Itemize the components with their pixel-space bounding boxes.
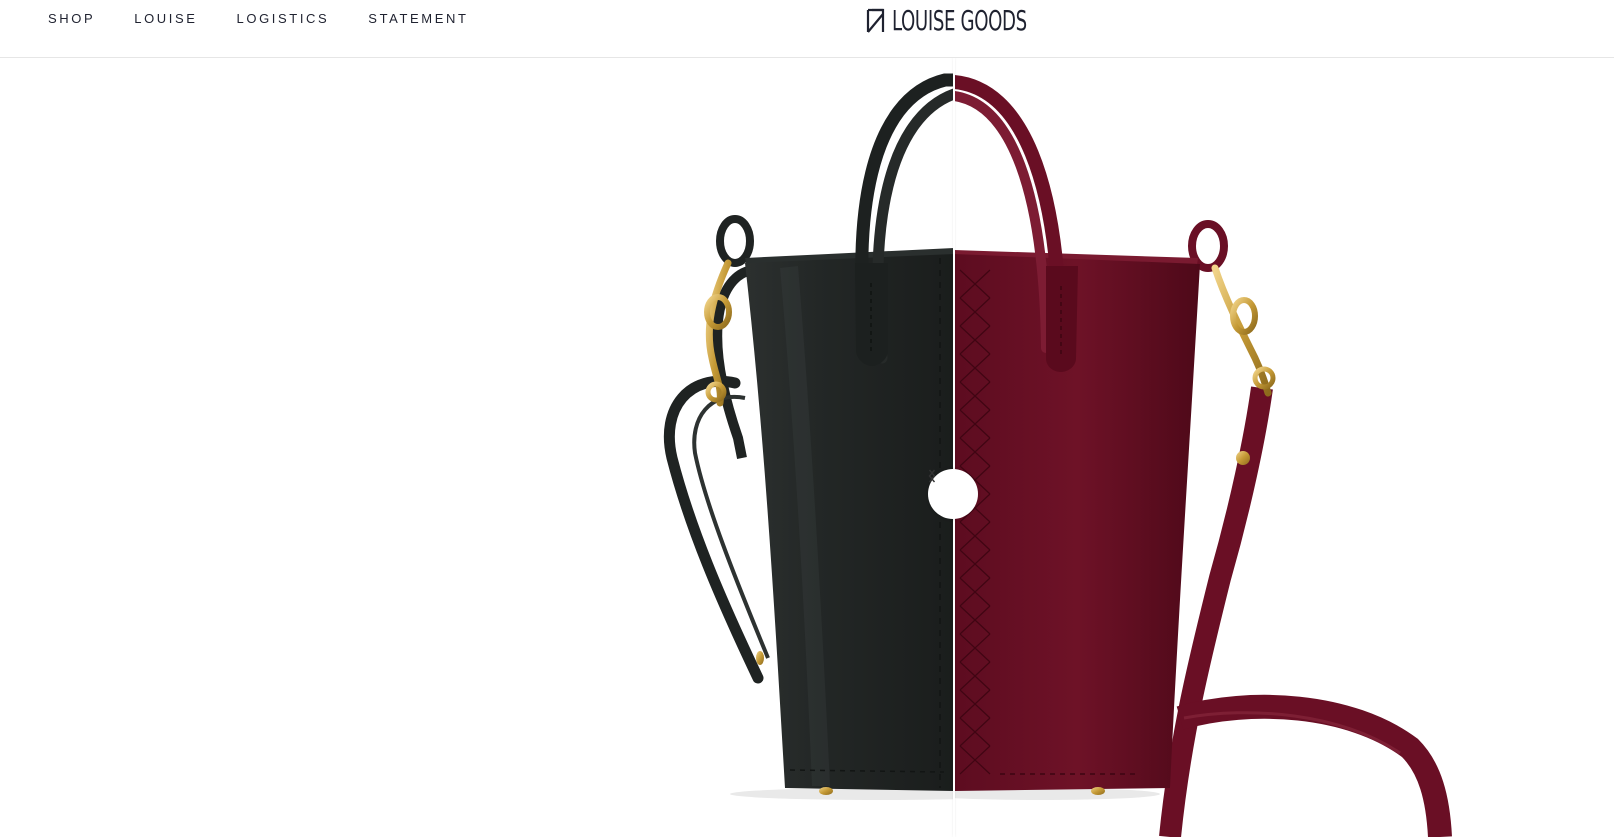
comparison-divider[interactable] [953, 58, 955, 837]
nav-item-shop[interactable]: SHOP [48, 11, 95, 27]
brand-name: LOUISE GOODS [892, 4, 1027, 37]
brand-logo[interactable]: LOUISE GOODS [866, 4, 1079, 38]
chevron-right-icon [928, 469, 936, 483]
before-after-comparison[interactable] [0, 58, 1614, 837]
main-nav: SHOP LOUISE LOGISTICS STATEMENT [48, 11, 508, 27]
product-image [663, 73, 1452, 837]
site-header: SHOP LOUISE LOGISTICS STATEMENT LOUISE G… [0, 0, 1614, 58]
nav-item-statement[interactable]: STATEMENT [368, 11, 468, 27]
nav-item-logistics[interactable]: LOGISTICS [237, 11, 330, 27]
comparison-slider-handle[interactable] [928, 469, 978, 519]
nav-item-louise[interactable]: LOUISE [134, 11, 197, 27]
logo-mark-icon [866, 8, 885, 33]
burgundy-bag-image [954, 75, 1452, 837]
